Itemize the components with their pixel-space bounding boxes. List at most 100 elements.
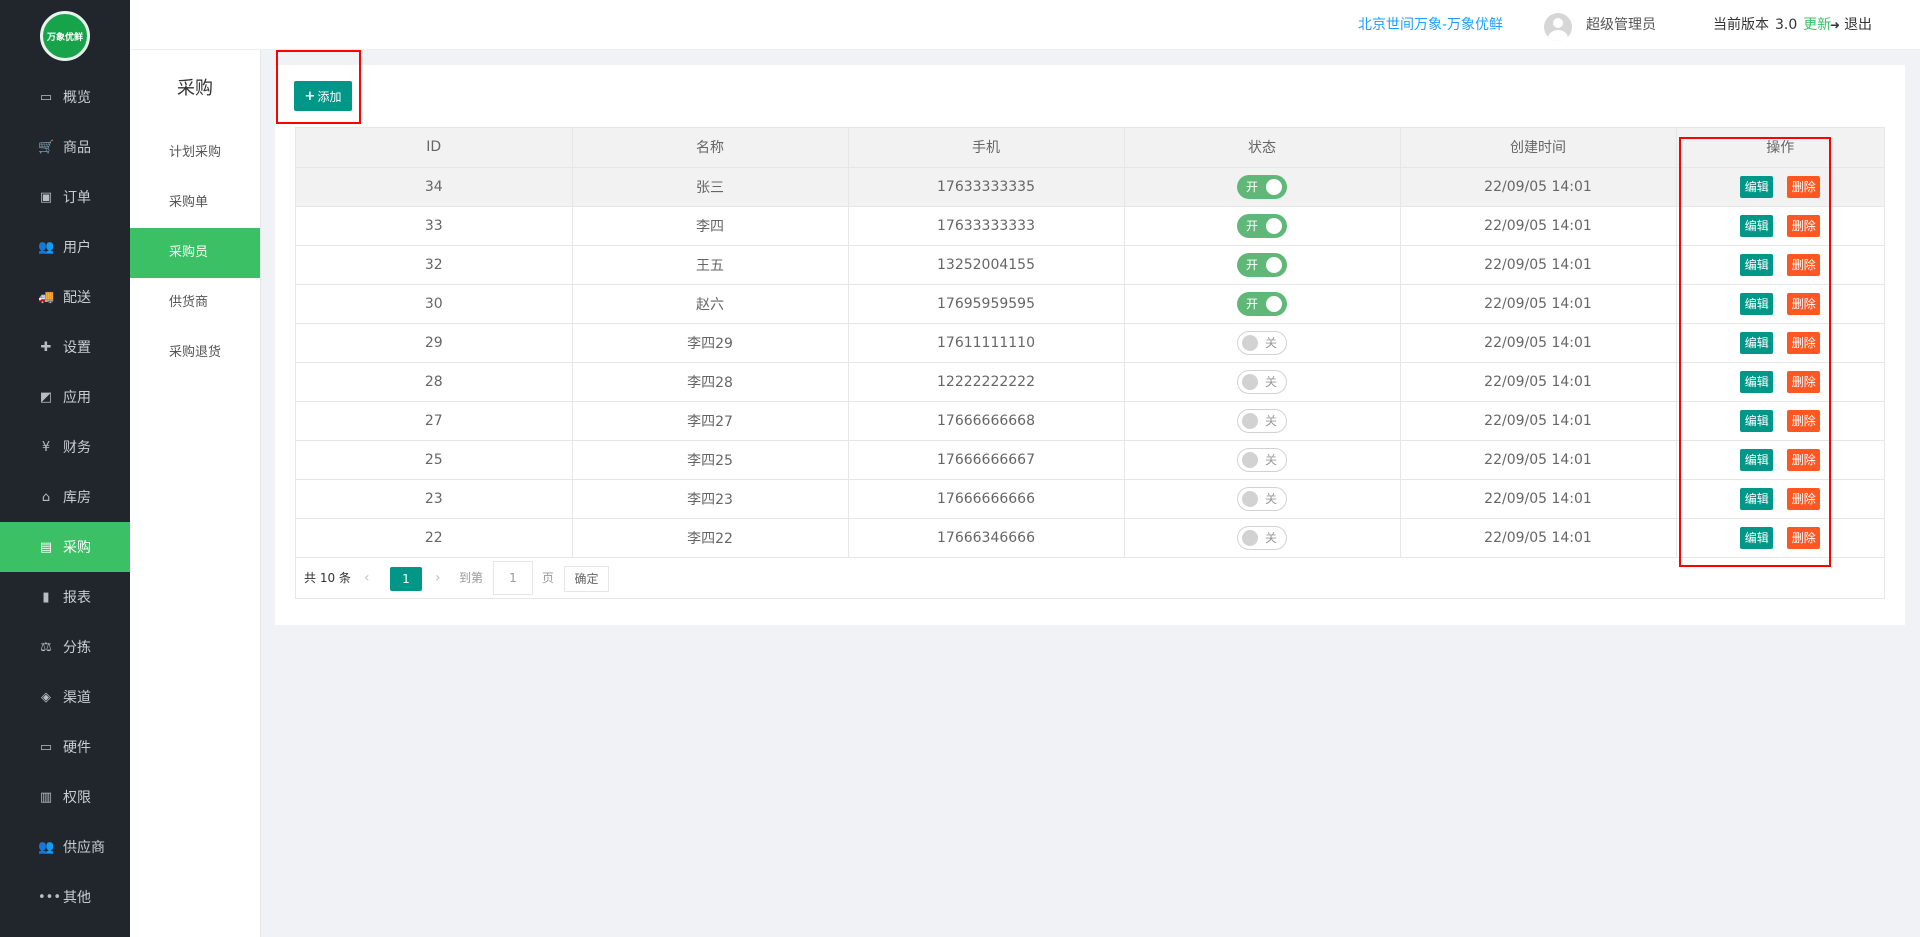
goto-page-input[interactable]	[493, 560, 533, 595]
table-row[interactable]: 28 李四28 12222222222 关 22/09/05 14:01 编辑 删除	[296, 362, 1884, 402]
column-header-name[interactable]: 名称	[572, 128, 849, 168]
sub-nav-item-4[interactable]: 采购退货	[130, 328, 260, 378]
nav-item-14[interactable]: ▥ 权限	[0, 772, 130, 822]
username[interactable]: 超级管理员	[1586, 0, 1656, 50]
status-toggle[interactable]: 开	[1237, 213, 1287, 238]
sub-nav-item-2[interactable]: 采购员	[130, 228, 260, 278]
table-row[interactable]: 22 李四22 17666346666 关 22/09/05 14:01 编辑 删除	[296, 518, 1884, 558]
nav-item-5[interactable]: ✚ 设置	[0, 322, 130, 372]
add-button[interactable]: + 添加	[294, 81, 352, 111]
delete-button[interactable]: 删除	[1787, 253, 1821, 276]
table-row[interactable]: 34 张三 17633333335 开 22/09/05 14:01 编辑 删除	[296, 167, 1884, 207]
cell-name: 张三	[572, 167, 849, 207]
toggle-knob	[1266, 256, 1282, 273]
table-row[interactable]: 23 李四23 17666666666 关 22/09/05 14:01 编辑 删除	[296, 479, 1884, 519]
table-row[interactable]: 29 李四29 17611111110 关 22/09/05 14:01 编辑 删除	[296, 323, 1884, 363]
nav-item-11[interactable]: ⚖ 分拣	[0, 622, 130, 672]
cell-created: 22/09/05 14:01	[1400, 401, 1677, 441]
delete-button[interactable]: 删除	[1787, 409, 1821, 432]
delete-button[interactable]: 删除	[1787, 175, 1821, 198]
toggle-knob	[1242, 529, 1258, 546]
status-toggle[interactable]: 关	[1237, 330, 1287, 355]
edit-button[interactable]: 编辑	[1740, 292, 1774, 315]
cell-id: 34	[296, 167, 573, 207]
prev-page-icon[interactable]: ‹	[364, 558, 370, 598]
delete-button[interactable]: 删除	[1787, 487, 1821, 510]
cell-status: 开	[1124, 167, 1401, 207]
nav-item-1[interactable]: 🛒 商品	[0, 122, 130, 172]
nav-item-8[interactable]: ⌂ 库房	[0, 472, 130, 522]
status-toggle-text: 关	[1264, 491, 1277, 506]
delete-button[interactable]: 删除	[1787, 292, 1821, 315]
delete-button[interactable]: 删除	[1787, 526, 1821, 549]
column-header-created[interactable]: 创建时间	[1400, 128, 1677, 168]
shop-name-link[interactable]: 北京世间万象-万象优鲜	[1358, 0, 1503, 50]
table-row[interactable]: 25 李四25 17666666667 关 22/09/05 14:01 编辑 删除	[296, 440, 1884, 480]
status-toggle[interactable]: 关	[1237, 369, 1287, 394]
edit-button[interactable]: 编辑	[1740, 253, 1774, 276]
sub-nav-item-3[interactable]: 供货商	[130, 278, 260, 328]
nav-item-7[interactable]: ¥ 财务	[0, 422, 130, 472]
nav-item-3[interactable]: 👥 用户	[0, 222, 130, 272]
cell-status: 关	[1124, 323, 1401, 363]
nav-item-13[interactable]: ▭ 硬件	[0, 722, 130, 772]
table-row[interactable]: 27 李四27 17666666668 关 22/09/05 14:01 编辑 删除	[296, 401, 1884, 441]
nav-item-10[interactable]: ▮ 报表	[0, 572, 130, 622]
cell-created: 22/09/05 14:01	[1400, 206, 1677, 246]
cell-name: 李四22	[572, 518, 849, 558]
status-toggle[interactable]: 关	[1237, 525, 1287, 550]
delete-button[interactable]: 删除	[1787, 214, 1821, 237]
nav-item-12[interactable]: ◈ 渠道	[0, 672, 130, 722]
cell-name: 李四25	[572, 440, 849, 480]
column-header-actions[interactable]: 操作	[1676, 128, 1884, 168]
status-toggle[interactable]: 开	[1237, 252, 1287, 277]
edit-button[interactable]: 编辑	[1740, 448, 1774, 471]
nav-item-4[interactable]: 🚚 配送	[0, 272, 130, 322]
cell-actions: 编辑 删除	[1676, 245, 1884, 285]
next-page-icon[interactable]: ›	[435, 558, 441, 598]
nav-item-6[interactable]: ◩ 应用	[0, 372, 130, 422]
status-toggle[interactable]: 开	[1237, 174, 1287, 199]
status-toggle[interactable]: 开	[1237, 291, 1287, 316]
cell-created: 22/09/05 14:01	[1400, 479, 1677, 519]
edit-button[interactable]: 编辑	[1740, 175, 1774, 198]
edit-button[interactable]: 编辑	[1740, 370, 1774, 393]
status-toggle[interactable]: 关	[1237, 408, 1287, 433]
status-toggle[interactable]: 关	[1237, 486, 1287, 511]
sub-nav-item-1[interactable]: 采购单	[130, 178, 260, 228]
column-header-phone[interactable]: 手机	[848, 128, 1125, 168]
cell-actions: 编辑 删除	[1676, 440, 1884, 480]
table-row[interactable]: 32 王五 13252004155 开 22/09/05 14:01 编辑 删除	[296, 245, 1884, 285]
page-1-button[interactable]: 1	[390, 566, 422, 591]
nav-item-15[interactable]: 👥 供应商	[0, 822, 130, 872]
table-row[interactable]: 33 李四 17633333333 开 22/09/05 14:01 编辑 删除	[296, 206, 1884, 246]
nav-item-2[interactable]: ▣ 订单	[0, 172, 130, 222]
column-header-status[interactable]: 状态	[1124, 128, 1401, 168]
brand-logo[interactable]: 万象优鲜	[40, 11, 90, 61]
nav-item-16[interactable]: ••• 其他	[0, 872, 130, 922]
goto-confirm-button[interactable]: 确定	[564, 565, 609, 592]
cell-phone: 17666666668	[848, 401, 1125, 441]
status-toggle[interactable]: 关	[1237, 447, 1287, 472]
avatar[interactable]	[1544, 13, 1572, 41]
delete-button[interactable]: 删除	[1787, 331, 1821, 354]
edit-button[interactable]: 编辑	[1740, 526, 1774, 549]
edit-button[interactable]: 编辑	[1740, 487, 1774, 510]
nav-item-label: 其他	[63, 890, 91, 906]
nav-icon: 👥	[38, 239, 55, 255]
update-link[interactable]: 更新	[1803, 17, 1831, 33]
column-header-id[interactable]: ID	[296, 128, 573, 168]
nav-item-label: 商品	[63, 140, 91, 156]
sub-nav-item-0[interactable]: 计划采购	[130, 128, 260, 178]
edit-button[interactable]: 编辑	[1740, 214, 1774, 237]
delete-button[interactable]: 删除	[1787, 448, 1821, 471]
edit-button[interactable]: 编辑	[1740, 409, 1774, 432]
table-row[interactable]: 30 赵六 17695959595 开 22/09/05 14:01 编辑 删除	[296, 284, 1884, 324]
nav-item-0[interactable]: ▭ 概览	[0, 72, 130, 122]
logout-button[interactable]: ➜ 退出	[1830, 0, 1872, 50]
nav-icon: ⚖	[40, 639, 52, 655]
delete-button[interactable]: 删除	[1787, 370, 1821, 393]
nav-item-label: 概览	[63, 90, 91, 106]
edit-button[interactable]: 编辑	[1740, 331, 1774, 354]
nav-item-9[interactable]: ▤ 采购	[0, 522, 130, 572]
